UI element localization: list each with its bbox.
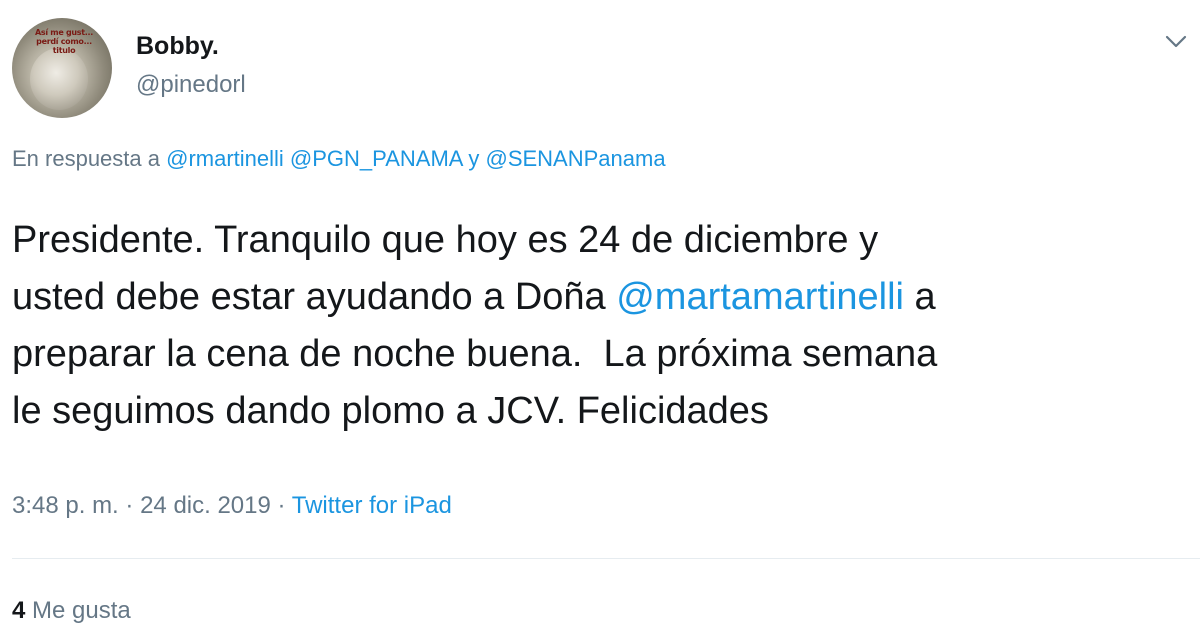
- chevron-down-icon[interactable]: [1164, 30, 1188, 54]
- likes-count: 4: [12, 597, 26, 624]
- tweet-text: Presidente. Tranquilo que hoy es 24 de d…: [12, 212, 1188, 440]
- tweet-text-segment: a: [903, 276, 936, 318]
- tweet-time[interactable]: 3:48 p. m.: [12, 492, 119, 519]
- tweet-date[interactable]: 24 dic. 2019: [140, 492, 271, 519]
- reply-conjunction: y: [468, 146, 480, 171]
- reply-mention-rmartinelli[interactable]: @rmartinelli: [166, 146, 284, 171]
- mention-martamartinelli[interactable]: @martamartinelli: [616, 276, 904, 318]
- tweet-card: Así me gust... perdí como... titulo Bobb…: [0, 0, 1200, 629]
- tweet-text-line: le seguimos dando plomo a JCV. Felicidad…: [12, 390, 769, 432]
- likes-stat[interactable]: 4 Me gusta: [12, 597, 131, 625]
- user-handle[interactable]: @pinedorl: [136, 71, 246, 99]
- display-name[interactable]: Bobby.: [136, 32, 219, 61]
- reply-mention-pgn-panama[interactable]: @PGN_PANAMA: [290, 146, 462, 171]
- reply-mention-senanpanama[interactable]: @SENANPanama: [485, 146, 665, 171]
- tweet-header: Así me gust... perdí como... titulo Bobb…: [12, 18, 1188, 118]
- tweet-text-line: Presidente. Tranquilo que hoy es 24 de d…: [12, 219, 879, 261]
- avatar[interactable]: Así me gust... perdí como... titulo: [12, 18, 112, 118]
- likes-label: Me gusta: [32, 597, 131, 624]
- tweet-text-line: usted debe estar ayudando a Doña @martam…: [12, 269, 1188, 326]
- tweet-source[interactable]: Twitter for iPad: [292, 492, 452, 519]
- tweet-text-line: preparar la cena de noche buena. La próx…: [12, 333, 938, 375]
- reply-context: En respuesta a @rmartinelli @PGN_PANAMA …: [12, 146, 666, 172]
- avatar-caption: Así me gust... perdí como... titulo: [35, 28, 93, 55]
- divider: [12, 558, 1200, 559]
- tweet-meta: 3:48 p. m. · 24 dic. 2019 · Twitter for …: [12, 492, 452, 520]
- meta-separator: ·: [125, 492, 134, 519]
- tweet-text-segment: usted debe estar ayudando a Doña: [12, 276, 617, 318]
- reply-prefix: En respuesta a: [12, 146, 160, 171]
- meta-separator: ·: [277, 492, 286, 519]
